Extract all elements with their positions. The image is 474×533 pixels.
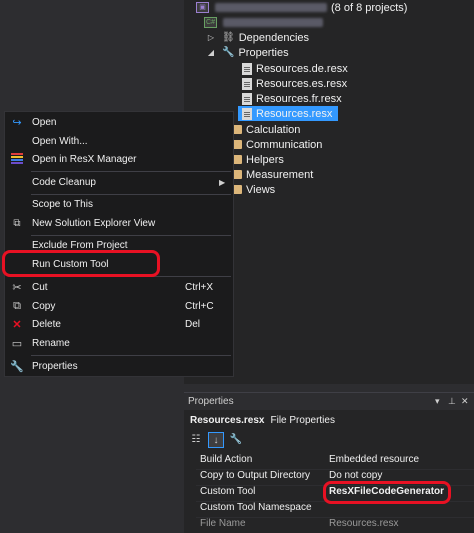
delete-x-icon: ✕ xyxy=(12,319,22,331)
tree-item-helpers[interactable]: Helpers xyxy=(230,152,284,167)
tree-item-views[interactable]: Views xyxy=(230,182,275,197)
new-view-icon: ⧉ xyxy=(13,218,21,229)
alphabetical-icon[interactable]: ↓ xyxy=(208,432,224,448)
menu-item-open-with[interactable]: Open With... xyxy=(5,132,233,151)
scissors-icon: ✂ xyxy=(12,282,22,294)
property-row-file-name[interactable]: File Name Resources.resx xyxy=(196,518,474,533)
solution-node[interactable]: ▣ (8 of 8 projects) xyxy=(196,0,407,15)
menu-separator xyxy=(31,355,231,356)
highlight-box-custom-tool-value xyxy=(323,481,451,504)
blurred-solution-name xyxy=(215,3,327,12)
blurred-project-name xyxy=(223,18,323,27)
tree-item-resources-selected[interactable]: Resources.resx xyxy=(238,106,338,121)
property-row-custom-tool-namespace[interactable]: Custom Tool Namespace xyxy=(196,502,474,518)
submenu-arrow-icon: ▶ xyxy=(219,178,226,187)
context-menu: ↪ Open Open With... Open in ResX Manager… xyxy=(4,111,234,377)
wrench-icon: 🔧 xyxy=(10,361,24,373)
menu-item-rename[interactable]: ▭ Rename xyxy=(5,334,233,353)
tree-item-properties[interactable]: ◢ 🔧 Properties xyxy=(206,45,289,60)
dropdown-arrow-icon[interactable]: ▾ xyxy=(435,396,440,407)
property-pages-icon[interactable]: 🔧 xyxy=(228,432,244,448)
solution-icon: ▣ xyxy=(196,2,209,13)
tree-item-measurement[interactable]: Measurement xyxy=(230,167,313,182)
properties-title-bar: Properties xyxy=(184,393,474,410)
menu-item-copy[interactable]: ⧉ Copy Ctrl+C xyxy=(5,297,233,316)
rename-icon: ▭ xyxy=(11,338,23,350)
menu-separator xyxy=(31,171,231,172)
project-node[interactable]: C# xyxy=(204,15,323,30)
menu-item-new-solution-explorer-view[interactable]: ⧉ New Solution Explorer View xyxy=(5,214,233,233)
copy-icon: ⧉ xyxy=(13,300,21,312)
menu-item-delete[interactable]: ✕ Delete Del xyxy=(5,315,233,334)
menu-item-open-resx-manager[interactable]: Open in ResX Manager xyxy=(5,150,233,169)
menu-item-open[interactable]: ↪ Open xyxy=(5,113,233,132)
tree-item-resources-es[interactable]: Resources.es.resx xyxy=(242,76,347,91)
tree-item-calculation[interactable]: Calculation xyxy=(230,122,300,137)
tree-item-dependencies[interactable]: ▷ ⛓ Dependencies xyxy=(206,30,309,45)
expand-arrow-icon[interactable]: ▷ xyxy=(206,33,216,42)
tree-item-communication[interactable]: Communication xyxy=(230,137,322,152)
collapse-arrow-icon[interactable]: ◢ xyxy=(206,48,216,57)
tree-item-resources-fr[interactable]: Resources.fr.resx xyxy=(242,91,342,106)
properties-object-selector[interactable]: Resources.resx File Properties xyxy=(184,412,335,428)
wrench-icon: 🔧 xyxy=(222,47,235,58)
menu-item-scope-to-this[interactable]: Scope to This xyxy=(5,195,233,214)
open-arrow-icon: ↪ xyxy=(12,117,22,129)
categorized-icon[interactable]: ☷ xyxy=(188,432,204,448)
property-row-build-action[interactable]: Build Action Embedded resource xyxy=(196,454,474,470)
resx-file-icon xyxy=(242,92,252,105)
resx-manager-icon xyxy=(5,152,29,167)
properties-title: Properties xyxy=(188,396,234,407)
menu-item-cut[interactable]: ✂ Cut Ctrl+X xyxy=(5,278,233,297)
resx-file-icon xyxy=(242,62,252,75)
properties-toolbar: ☷ ↓ 🔧 xyxy=(188,431,244,449)
properties-panel: Properties ▾ ⊥ ✕ Resources.resx File Pro… xyxy=(184,392,474,533)
resx-file-icon xyxy=(242,107,252,120)
csharp-project-icon: C# xyxy=(204,17,217,28)
close-icon[interactable]: ✕ xyxy=(461,396,469,407)
resx-file-icon xyxy=(242,77,252,90)
pin-icon[interactable]: ⊥ xyxy=(448,396,456,407)
highlight-box-run-custom-tool xyxy=(2,250,160,277)
menu-item-properties[interactable]: 🔧 Properties xyxy=(5,357,233,376)
tree-item-resources-de[interactable]: Resources.de.resx xyxy=(242,61,348,76)
dependencies-icon: ⛓ xyxy=(222,32,235,43)
solution-project-count: (8 of 8 projects) xyxy=(331,1,408,14)
menu-item-code-cleanup[interactable]: Code Cleanup ▶ xyxy=(5,173,233,192)
